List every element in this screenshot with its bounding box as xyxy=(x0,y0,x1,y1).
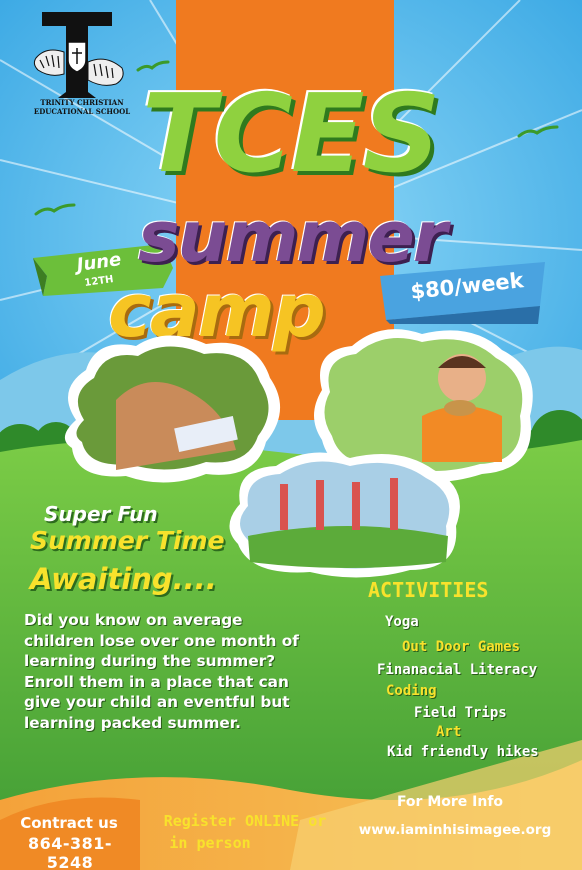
activity-financial-literacy: Finanacial Literacy xyxy=(377,662,538,678)
more-info-label: For More Info xyxy=(396,794,504,810)
contact-phone[interactable]: 864-381-5248 xyxy=(10,834,130,870)
activity-field-trips: Field Trips xyxy=(414,705,507,721)
title-tces: TCES xyxy=(142,72,440,197)
activity-art: Art xyxy=(436,724,462,740)
website-link[interactable]: www.iaminhisimagee.org xyxy=(357,822,553,838)
activity-yoga: Yoga xyxy=(385,614,419,630)
activity-coding: Coding xyxy=(386,683,437,699)
activity-outdoor-games: Out Door Games xyxy=(402,639,521,655)
camp-flyer: T TRINITY CHRISTIAN EDUCATIONAL SCHOOL xyxy=(0,0,582,870)
register-line2: in person xyxy=(169,834,251,852)
tagline-summer-time: Summer Time xyxy=(30,526,225,555)
register-line1: Register ONLINE or xyxy=(163,812,327,830)
activities-heading: ACTIVITIES xyxy=(368,578,489,602)
title-summer: summer xyxy=(138,196,447,278)
contact-label: Contract us xyxy=(20,814,118,832)
activity-hikes: Kid friendly hikes xyxy=(387,744,539,760)
tagline-super-fun: Super Fun xyxy=(44,502,158,526)
photo-kids-in-grass xyxy=(229,452,460,578)
description-paragraph: Did you know on average children lose ov… xyxy=(24,611,299,732)
tagline-awaiting: Awaiting.... xyxy=(30,562,217,596)
